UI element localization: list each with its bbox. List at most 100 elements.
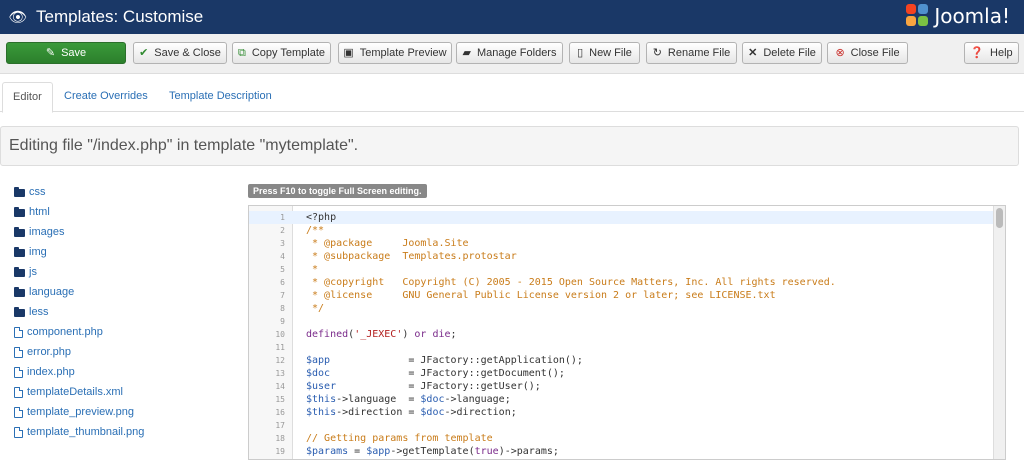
code-line[interactable]: 5 * [249, 263, 994, 276]
save-label: Save [61, 47, 87, 59]
code-line[interactable]: 8 */ [249, 302, 994, 315]
eye-icon: 👁 [8, 9, 28, 26]
template-preview-button[interactable]: ▣ Template Preview [338, 42, 452, 64]
tab-editor[interactable]: Editor [2, 82, 53, 113]
line-number: 17 [275, 421, 285, 430]
file-component-php[interactable]: component.php [14, 322, 144, 342]
file-label: template_thumbnail.png [27, 426, 145, 438]
save-close-label: Save & Close [154, 47, 221, 59]
editor-scroll-thumb[interactable] [996, 208, 1003, 228]
file-template-preview-png[interactable]: template_preview.png [14, 402, 144, 422]
code-line[interactable]: 7 * @license GNU General Public License … [249, 289, 994, 302]
code-line[interactable]: 12 $app = JFactory::getApplication(); [249, 354, 994, 367]
code-text: $this->direction = $doc->direction; [306, 407, 517, 418]
folder-icon [14, 246, 25, 257]
folder-icon [14, 206, 25, 217]
code-line[interactable]: 14 $user = JFactory::getUser(); [249, 380, 994, 393]
folder-label: html [29, 206, 50, 218]
code-text: $doc = JFactory::getDocument(); [306, 368, 565, 379]
file-tree: css html images img js language less com… [14, 182, 144, 442]
code-text: * [306, 264, 319, 275]
code-line[interactable]: 15 $this->language = $doc->language; [249, 393, 994, 406]
file-icon [14, 346, 23, 358]
code-line[interactable]: 4 * @subpackage Templates.protostar [249, 250, 994, 263]
rename-file-label: Rename File [667, 47, 731, 59]
folder-icon [14, 226, 25, 237]
copy-template-label: Copy Template [251, 47, 326, 59]
tab-create-overrides[interactable]: Create Overrides [64, 82, 148, 112]
code-text: $params = $app->getTemplate(true)->param… [306, 446, 559, 457]
file-template-thumbnail-png[interactable]: template_thumbnail.png [14, 422, 144, 442]
file-icon [14, 386, 23, 398]
line-number: 9 [280, 317, 285, 326]
delete-file-button[interactable]: ✕ Delete File [742, 42, 822, 64]
folder-label: language [29, 286, 75, 298]
folder-label: less [29, 306, 49, 318]
code-line[interactable]: 9 [249, 315, 994, 328]
folder-icon [14, 286, 25, 297]
folder-less[interactable]: less [14, 302, 144, 322]
line-number: 1 [280, 213, 285, 222]
code-editor[interactable]: 1 <?php 2/** 3 * @package Joomla.Site 4 * @s… [248, 205, 1006, 460]
folder-images[interactable]: images [14, 222, 144, 242]
folder-label: css [29, 186, 46, 198]
question-icon: ❓ [970, 46, 985, 59]
folder-icon [14, 186, 25, 197]
code-text: * @subpackage Templates.protostar [306, 251, 517, 262]
close-file-button[interactable]: ⊗ Close File [827, 42, 908, 64]
folder-img[interactable]: img [14, 242, 144, 262]
close-circle-icon: ⊗ [835, 46, 845, 59]
edit-icon: ✎ [45, 46, 56, 59]
code-text: * @copyright Copyright (C) 2005 - 2015 O… [306, 277, 836, 288]
tab-bar: Editor Create Overrides Template Descrip… [0, 82, 1024, 113]
check-icon: ✔ [139, 46, 149, 59]
folder-js[interactable]: js [14, 262, 144, 282]
page-title: Templates: Customise [36, 7, 204, 26]
folder-icon: ▰ [462, 46, 471, 59]
file-icon [14, 406, 23, 418]
code-line[interactable]: 16 $this->direction = $doc->direction; [249, 406, 994, 419]
joomla-logo[interactable]: Joomla! [906, 4, 1010, 28]
folder-html[interactable]: html [14, 202, 144, 222]
code-line[interactable]: 18 // Getting params from template [249, 432, 994, 445]
code-line[interactable]: 6 * @copyright Copyright (C) 2005 - 2015… [249, 276, 994, 289]
help-label: Help [990, 47, 1013, 59]
rename-file-button[interactable]: ↻ Rename File [646, 42, 737, 64]
copy-icon: ⧉ [237, 46, 246, 59]
code-line[interactable]: 10 defined('_JEXEC') or die; [249, 328, 994, 341]
file-templatedetails-xml[interactable]: templateDetails.xml [14, 382, 144, 402]
code-line[interactable]: 1 <?php [249, 211, 994, 224]
code-text: $app = JFactory::getApplication(); [306, 355, 583, 366]
code-line[interactable]: 19 $params = $app->getTemplate(true)->par… [249, 445, 994, 458]
header-bar: 👁 Templates: Customise Joomla! [0, 0, 1024, 34]
folder-label: images [29, 226, 65, 238]
toolbar: ✎ Save ✔ Save & Close ⧉ Copy Template ▣ … [0, 34, 1024, 74]
save-close-button[interactable]: ✔ Save & Close [133, 42, 227, 64]
tab-template-description[interactable]: Template Description [169, 82, 272, 112]
code-line[interactable]: 2 /** [249, 224, 994, 237]
line-number: 12 [275, 356, 285, 365]
code-text: // Getting params from template [306, 433, 493, 444]
file-label: error.php [27, 346, 72, 358]
file-label: index.php [27, 366, 75, 378]
help-button[interactable]: ❓ Help [964, 42, 1019, 64]
save-button[interactable]: ✎ Save [6, 42, 126, 64]
code-line[interactable]: 3 * @package Joomla.Site [249, 237, 994, 250]
code-text: $user = JFactory::getUser(); [306, 381, 541, 392]
file-index-php[interactable]: index.php [14, 362, 144, 382]
copy-template-button[interactable]: ⧉ Copy Template [232, 42, 331, 64]
folder-language[interactable]: language [14, 282, 144, 302]
code-text: $this->language = $doc->language; [306, 394, 511, 405]
editor-scrollbar[interactable] [993, 206, 1005, 459]
file-error-php[interactable]: error.php [14, 342, 144, 362]
code-line[interactable]: 13 $doc = JFactory::getDocument(); [249, 367, 994, 380]
new-file-button[interactable]: ▯ New File [569, 42, 640, 64]
line-number: 6 [280, 278, 285, 287]
line-number: 10 [275, 330, 285, 339]
line-number: 11 [275, 343, 285, 352]
manage-folders-button[interactable]: ▰ Manage Folders [456, 42, 563, 64]
code-text: * @package Joomla.Site [306, 238, 469, 249]
code-line[interactable]: 17 [249, 419, 994, 432]
code-line[interactable]: 11 [249, 341, 994, 354]
folder-css[interactable]: css [14, 182, 144, 202]
